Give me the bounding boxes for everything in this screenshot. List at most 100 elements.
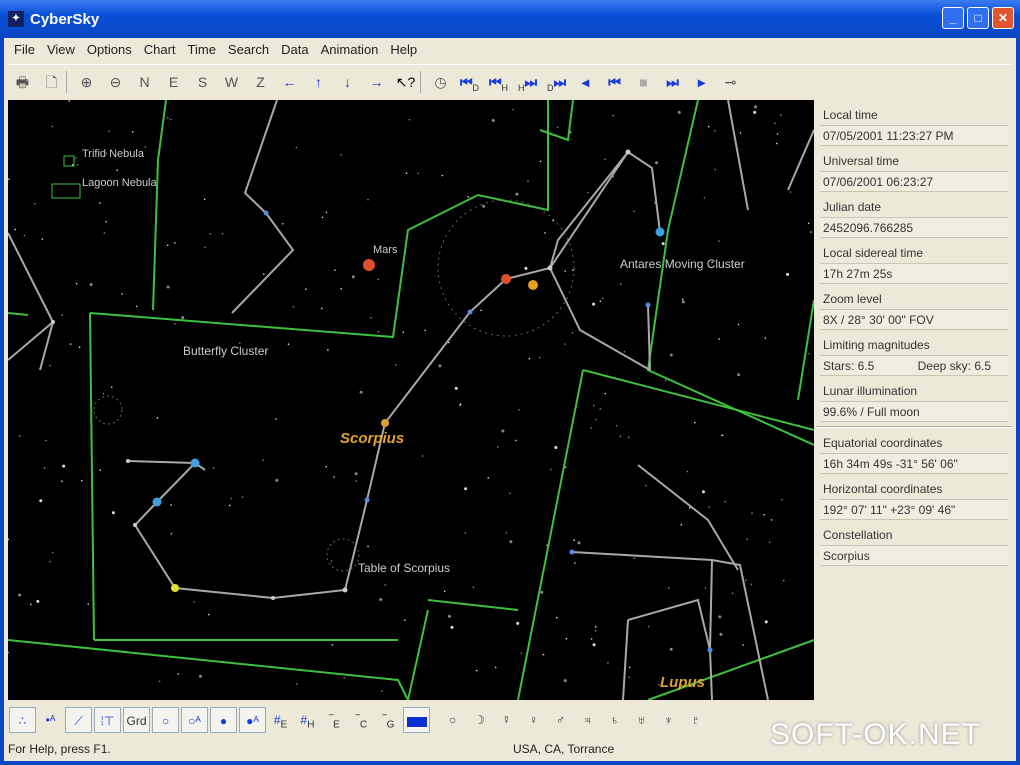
menu-animation[interactable]: Animation bbox=[315, 40, 385, 60]
bright-star[interactable] bbox=[263, 210, 269, 216]
view-north-button[interactable]: N bbox=[130, 69, 159, 95]
neptune-icon[interactable]: ♆ bbox=[655, 707, 682, 733]
menu-chart[interactable]: Chart bbox=[138, 40, 182, 60]
forward-day-icon[interactable]: D⏭ bbox=[542, 69, 571, 95]
star bbox=[739, 132, 742, 134]
constellation-boundaries-icon[interactable]: ⁞⊤ bbox=[94, 707, 121, 733]
star bbox=[742, 644, 744, 646]
star bbox=[61, 314, 64, 316]
view-west-button[interactable]: W bbox=[217, 69, 246, 95]
print-preview-icon[interactable]: 🗋 bbox=[37, 69, 66, 95]
bright-star[interactable] bbox=[467, 309, 473, 315]
bright-star[interactable] bbox=[190, 458, 200, 468]
mercury-icon[interactable]: ☿ bbox=[493, 707, 520, 733]
planet-marker[interactable] bbox=[528, 280, 538, 290]
close-button[interactable]: ✕ bbox=[992, 7, 1014, 29]
saturn-icon[interactable]: ♄ bbox=[601, 707, 628, 733]
lagoon-nebula-marker[interactable] bbox=[51, 183, 81, 199]
whats-this-icon[interactable]: ↖? bbox=[391, 69, 420, 95]
star bbox=[287, 343, 290, 346]
bright-star[interactable] bbox=[645, 302, 651, 308]
planets-icon[interactable]: ● bbox=[210, 707, 237, 733]
step-back-icon[interactable]: ◂ bbox=[571, 69, 600, 95]
horizon-icon[interactable] bbox=[403, 707, 430, 733]
minimize-button[interactable]: _ bbox=[942, 7, 964, 29]
menu-options[interactable]: Options bbox=[81, 40, 138, 60]
bright-star[interactable] bbox=[51, 320, 55, 324]
menu-view[interactable]: View bbox=[41, 40, 81, 60]
star bbox=[516, 621, 520, 625]
star bbox=[166, 117, 169, 119]
jupiter-icon[interactable]: ♃ bbox=[574, 707, 601, 733]
pan-up-icon[interactable]: ↑ bbox=[304, 69, 333, 95]
pan-right-icon[interactable]: → bbox=[362, 69, 391, 95]
bright-star[interactable] bbox=[342, 587, 348, 593]
pan-down-icon[interactable]: ↓ bbox=[333, 69, 362, 95]
pluto-icon[interactable]: ♇ bbox=[682, 707, 709, 733]
star bbox=[76, 164, 79, 166]
bright-star[interactable] bbox=[655, 227, 665, 237]
view-zenith-button[interactable]: Z bbox=[246, 69, 275, 95]
star bbox=[718, 338, 720, 340]
star-labels-toggle-icon[interactable]: •ᴬ bbox=[37, 707, 64, 733]
play-reverse-icon[interactable]: ⏮ bbox=[600, 69, 629, 95]
planet-labels-icon[interactable]: ●ᴬ bbox=[239, 707, 266, 733]
mars-planet[interactable] bbox=[363, 259, 375, 271]
grid-equatorial-icon[interactable]: #E bbox=[267, 707, 294, 733]
venus-icon[interactable]: ♀ bbox=[520, 707, 547, 733]
uranus-icon[interactable]: ♅ bbox=[628, 707, 655, 733]
equator-line-icon[interactable]: ‾E bbox=[321, 707, 348, 733]
ecliptic-line-icon[interactable]: ‾C bbox=[348, 707, 375, 733]
sun-icon[interactable]: ○ bbox=[439, 707, 466, 733]
bright-star[interactable] bbox=[133, 523, 137, 527]
menu-time[interactable]: Time bbox=[182, 40, 222, 60]
menu-data[interactable]: Data bbox=[275, 40, 314, 60]
menu-file[interactable]: File bbox=[8, 40, 41, 60]
pan-left-icon[interactable]: ← bbox=[275, 69, 304, 95]
bright-star[interactable] bbox=[547, 265, 553, 271]
bright-star[interactable] bbox=[364, 497, 370, 503]
bright-star[interactable] bbox=[625, 149, 631, 155]
back-day-icon[interactable]: ⏮D bbox=[455, 69, 484, 95]
back-hour-icon[interactable]: ⏮H bbox=[484, 69, 513, 95]
step-forward-icon[interactable]: ▸ bbox=[687, 69, 716, 95]
star bbox=[443, 590, 446, 593]
label-mars: Mars bbox=[373, 244, 398, 256]
bright-star[interactable] bbox=[707, 647, 713, 653]
play-forward-icon[interactable]: ⏭ bbox=[658, 69, 687, 95]
galactic-line-icon[interactable]: ‾G bbox=[375, 707, 402, 733]
star bbox=[99, 202, 101, 204]
constellation-lines-icon[interactable]: ⟋ bbox=[65, 707, 92, 733]
bright-star[interactable] bbox=[126, 459, 130, 463]
star bbox=[518, 408, 521, 411]
bright-star[interactable] bbox=[569, 549, 575, 555]
menu-search[interactable]: Search bbox=[222, 40, 275, 60]
bright-star[interactable] bbox=[271, 596, 275, 600]
stop-icon[interactable]: ■ bbox=[629, 69, 658, 95]
grid-button[interactable]: Grd bbox=[123, 707, 150, 733]
print-icon[interactable]: 🖶 bbox=[8, 69, 37, 95]
bright-star[interactable] bbox=[501, 274, 511, 284]
forward-hour-icon[interactable]: H⏭ bbox=[513, 69, 542, 95]
maximize-button[interactable]: □ bbox=[967, 7, 989, 29]
sky-chart[interactable]: Trifid Nebula Lagoon Nebula Mars Antares… bbox=[8, 100, 814, 700]
zoom-out-icon[interactable]: ⊖ bbox=[101, 69, 130, 95]
bright-star[interactable] bbox=[152, 497, 162, 507]
sky-chart-canvas[interactable]: Trifid Nebula Lagoon Nebula Mars Antares… bbox=[8, 100, 814, 700]
field-label: Limiting magnitudes bbox=[820, 338, 1008, 356]
bright-star[interactable] bbox=[381, 419, 389, 427]
view-south-button[interactable]: S bbox=[188, 69, 217, 95]
zoom-in-icon[interactable]: ⊕ bbox=[72, 69, 101, 95]
moon-icon[interactable]: ☽ bbox=[466, 707, 493, 733]
grid-horizontal-icon[interactable]: #H bbox=[294, 707, 321, 733]
key-icon[interactable]: ⊸ bbox=[716, 69, 745, 95]
stars-toggle-icon[interactable]: ∴ bbox=[9, 707, 36, 733]
clock-icon[interactable]: ◷ bbox=[426, 69, 455, 95]
constellation-line bbox=[39, 321, 54, 371]
menu-help[interactable]: Help bbox=[384, 40, 423, 60]
bright-star[interactable] bbox=[171, 584, 179, 592]
view-east-button[interactable]: E bbox=[159, 69, 188, 95]
mars-icon[interactable]: ♂ bbox=[547, 707, 574, 733]
deep-sky-labels-icon[interactable]: ○ᴬ bbox=[181, 707, 208, 733]
deep-sky-icon[interactable]: ○ bbox=[152, 707, 179, 733]
